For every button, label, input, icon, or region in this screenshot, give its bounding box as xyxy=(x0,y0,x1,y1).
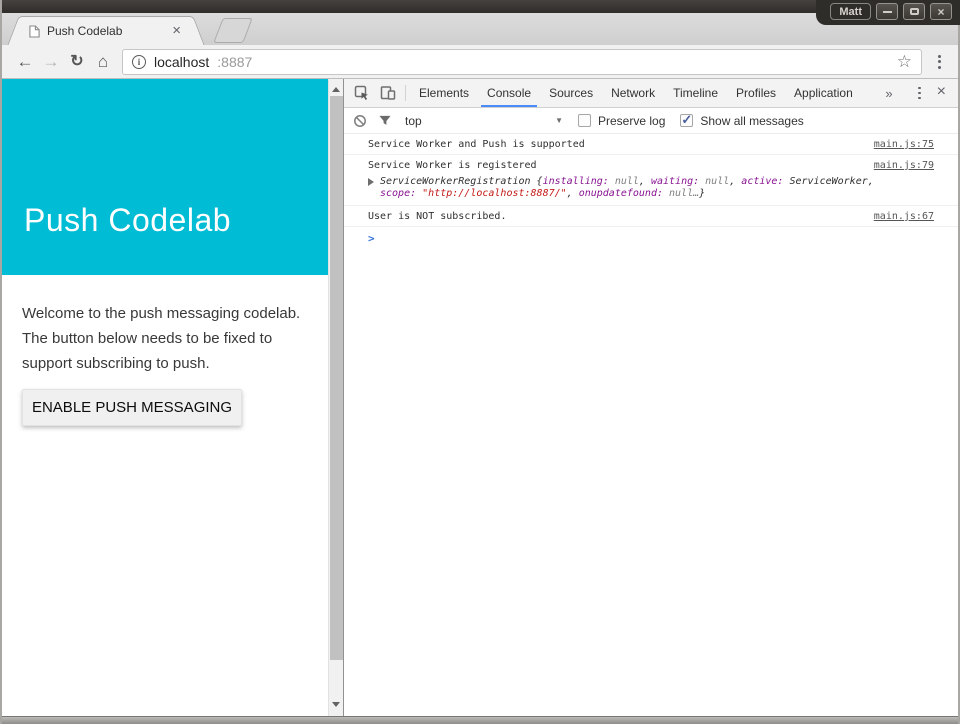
scroll-down-button[interactable] xyxy=(329,698,343,710)
devtools-tab-application[interactable]: Application xyxy=(785,79,862,107)
token: onupdatefound: xyxy=(579,188,669,199)
browser-tab[interactable]: Push Codelab × xyxy=(23,16,189,45)
browser-toolbar: ← → ↻ ⌂ i localhost :8887 ☆ xyxy=(2,45,958,79)
context-label: top xyxy=(405,114,422,128)
token: null… xyxy=(669,188,699,199)
separator xyxy=(405,85,406,101)
show-all-messages-checkbox[interactable] xyxy=(680,114,693,127)
url-host: localhost xyxy=(154,54,209,70)
console-message: Service Worker and Push is supported mai… xyxy=(344,134,958,155)
token: installing: xyxy=(543,176,615,187)
devtools-menu-button[interactable] xyxy=(911,87,929,100)
preserve-log-label: Preserve log xyxy=(598,114,665,128)
scrollbar-thumb[interactable] xyxy=(330,96,343,660)
clear-console-icon[interactable] xyxy=(353,114,367,128)
home-button[interactable]: ⌂ xyxy=(90,49,116,75)
console-log: Service Worker and Push is supported mai… xyxy=(344,134,958,716)
chevron-down-icon: ▼ xyxy=(555,116,563,125)
tab-title: Push Codelab xyxy=(47,24,168,38)
new-tab-button[interactable] xyxy=(213,18,253,43)
object-preview[interactable]: ServiceWorkerRegistration {installing: n… xyxy=(380,176,885,200)
site-info-icon[interactable]: i xyxy=(132,55,146,69)
device-toolbar-button[interactable] xyxy=(375,79,401,107)
console-prompt[interactable]: > xyxy=(344,227,958,250)
close-icon: × xyxy=(937,7,944,17)
show-all-messages-label: Show all messages xyxy=(700,114,803,128)
user-button[interactable]: Matt xyxy=(830,3,871,20)
tab-strip: Push Codelab × xyxy=(2,13,958,45)
page-title: Push Codelab xyxy=(24,202,231,239)
message-text: Service Worker and Push is supported xyxy=(368,138,874,151)
devtools-tab-console[interactable]: Console xyxy=(478,79,540,107)
token: , xyxy=(729,176,741,187)
minimize-button[interactable] xyxy=(876,3,898,20)
bookmark-star-icon[interactable]: ☆ xyxy=(897,54,912,70)
token: , xyxy=(567,188,579,199)
message-text: User is NOT subscribed. xyxy=(368,210,874,223)
preserve-log-checkbox[interactable] xyxy=(578,114,591,127)
minimize-icon xyxy=(883,11,892,13)
device-icon xyxy=(380,85,396,101)
source-link[interactable]: main.js:75 xyxy=(874,138,934,151)
url-port: :8887 xyxy=(217,54,252,70)
message-text: Service Worker is registered xyxy=(368,159,874,172)
console-message: User is NOT subscribed. main.js:67 xyxy=(344,206,958,227)
prompt-chevron-icon: > xyxy=(368,233,375,244)
address-bar[interactable]: i localhost :8887 ☆ xyxy=(122,49,922,75)
reload-button[interactable]: ↻ xyxy=(64,49,90,75)
token: , xyxy=(639,176,651,187)
token: } xyxy=(699,188,705,199)
devtools-tabbar: Elements Console Sources Network Timelin… xyxy=(344,79,958,108)
source-link[interactable]: main.js:79 xyxy=(874,159,934,172)
scroll-down-icon xyxy=(332,702,340,707)
expand-arrow-icon[interactable] xyxy=(368,178,374,186)
maximize-icon xyxy=(910,8,919,15)
browser-window: Matt × Push Codelab × ← → ↻ ⌂ i localhos… xyxy=(0,0,960,724)
back-button[interactable]: ← xyxy=(12,49,38,75)
titlebar: Matt × xyxy=(2,0,958,13)
console-toolbar: top ▼ Preserve log Show all messages xyxy=(344,108,958,134)
scroll-up-icon xyxy=(332,87,340,92)
token: , xyxy=(868,176,874,187)
page-body: Welcome to the push messaging codelab. T… xyxy=(2,275,343,426)
console-message: Service Worker is registered main.js:79 … xyxy=(344,155,958,206)
token: null xyxy=(615,176,639,187)
execution-context-dropdown[interactable]: top ▼ xyxy=(405,114,563,128)
page-icon xyxy=(29,25,40,38)
inspect-element-button[interactable] xyxy=(349,79,375,107)
more-tabs-button[interactable]: » xyxy=(876,86,901,101)
enable-push-button[interactable]: ENABLE PUSH MESSAGING xyxy=(22,389,242,426)
window-controls: Matt × xyxy=(816,0,960,25)
devtools-tab-timeline[interactable]: Timeline xyxy=(664,79,727,107)
page-scrollbar[interactable] xyxy=(328,79,343,716)
window-bottom-edge xyxy=(2,716,958,724)
maximize-button[interactable] xyxy=(903,3,925,20)
source-link[interactable]: main.js:67 xyxy=(874,210,934,223)
token: "http://localhost:8887/" xyxy=(422,188,567,199)
devtools-tabbar-right: » × xyxy=(876,79,958,107)
page-content: Push Codelab Welcome to the push messagi… xyxy=(2,79,343,716)
forward-button[interactable]: → xyxy=(38,49,64,75)
tab-close-button[interactable]: × xyxy=(168,25,185,37)
devtools-panel: Elements Console Sources Network Timelin… xyxy=(343,79,958,716)
content-area: Push Codelab Welcome to the push messagi… xyxy=(2,79,958,716)
filter-icon[interactable] xyxy=(378,114,392,127)
browser-menu-button[interactable] xyxy=(930,55,948,69)
token: waiting: xyxy=(651,176,705,187)
close-button[interactable]: × xyxy=(930,3,952,20)
token: ServiceWorker xyxy=(789,176,867,187)
page-header: Push Codelab xyxy=(2,79,328,275)
welcome-paragraph: Welcome to the push messaging codelab. T… xyxy=(22,301,324,376)
devtools-tab-sources[interactable]: Sources xyxy=(540,79,602,107)
inspect-cursor-icon xyxy=(354,85,370,101)
token: active: xyxy=(741,176,789,187)
token: ServiceWorkerRegistration xyxy=(380,176,537,187)
devtools-tab-elements[interactable]: Elements xyxy=(410,79,478,107)
devtools-tab-profiles[interactable]: Profiles xyxy=(727,79,785,107)
token: null xyxy=(705,176,729,187)
scroll-up-button[interactable] xyxy=(329,83,343,95)
devtools-close-button[interactable]: × xyxy=(929,83,954,103)
devtools-tab-network[interactable]: Network xyxy=(602,79,664,107)
token: scope: xyxy=(380,188,422,199)
